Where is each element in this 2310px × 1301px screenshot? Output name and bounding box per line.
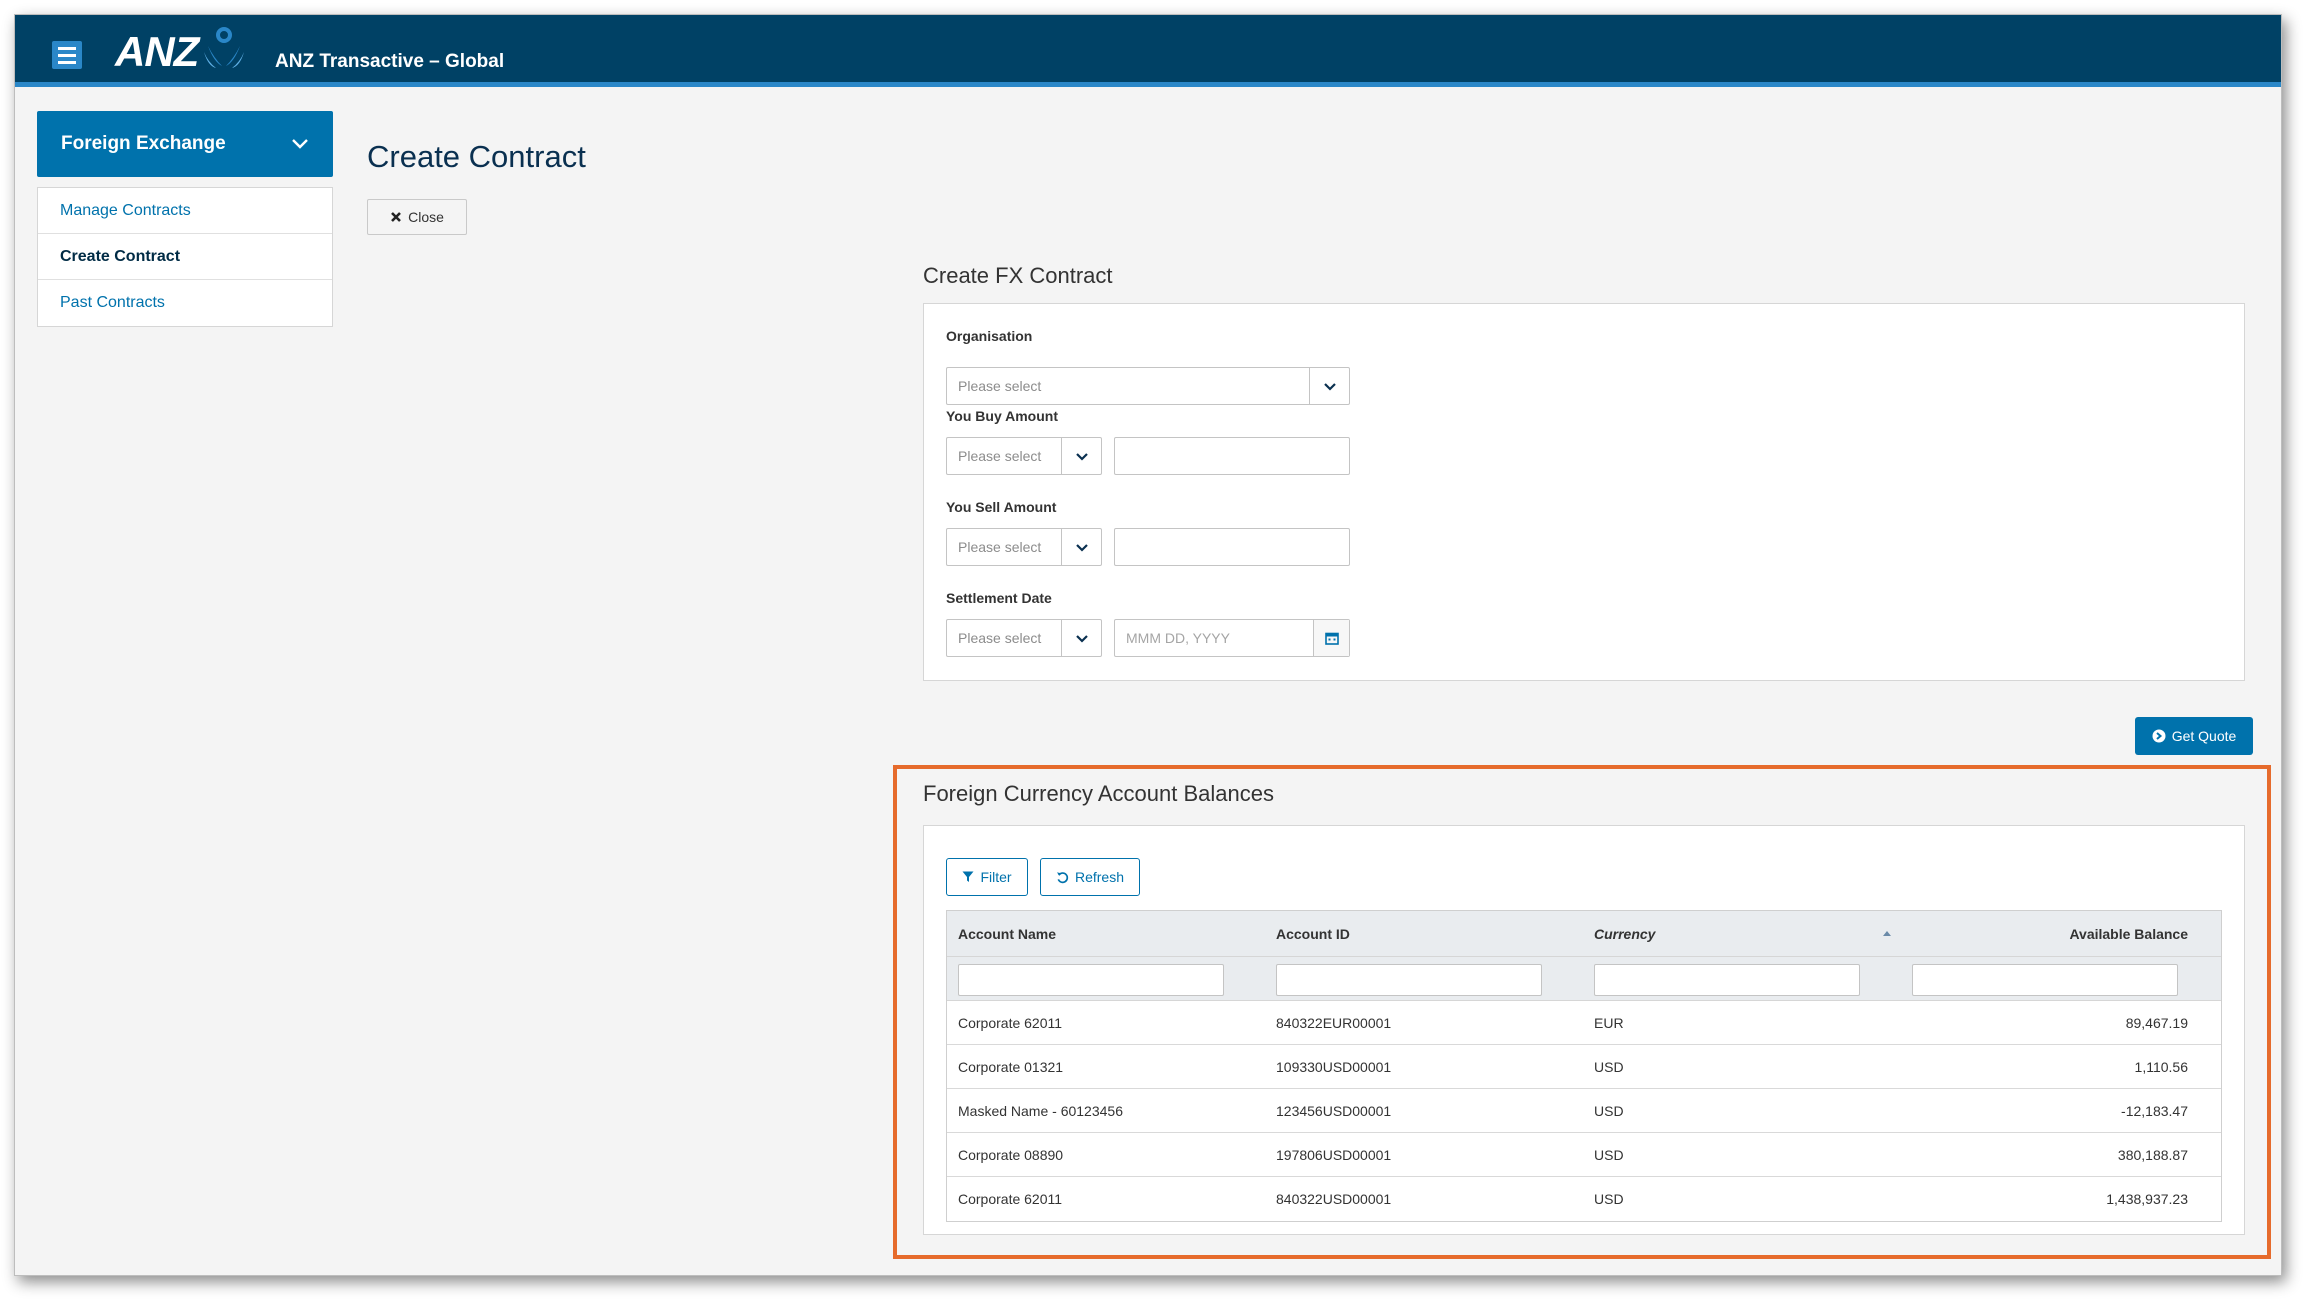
cell-account-id: 840322EUR00001 [1276,1015,1392,1031]
cell-account-name: Corporate 08890 [958,1147,1064,1163]
filter-account-id-input[interactable] [1276,964,1542,996]
get-quote-button[interactable]: Get Quote [2135,717,2253,755]
close-button-label: Close [408,209,444,225]
fx-form-panel: Organisation Please select You Buy Amoun… [923,303,2245,681]
cell-available-balance: 380,188.87 [2117,1147,2188,1163]
calendar-icon[interactable] [1313,620,1349,656]
balances-table: Account Name Account ID Currency Availab… [946,910,2222,1222]
organisation-label: Organisation [946,328,1033,344]
table-row[interactable]: Corporate 08890 197806USD00001 USD 380,1… [947,1133,2221,1177]
table-filter-row [947,957,2221,1001]
sell-amount-label: You Sell Amount [946,499,1057,515]
settlement-type-value: Please select [958,630,1042,646]
cell-account-id: 123456USD00001 [1276,1103,1392,1119]
balances-title: Foreign Currency Account Balances [923,781,1274,806]
organisation-select-value: Please select [958,378,1042,394]
cell-account-id: 840322USD00001 [1276,1191,1392,1207]
refresh-icon [1056,871,1069,883]
page-title: Create Contract [367,139,586,174]
cell-currency: USD [1594,1059,1624,1075]
cell-account-name: Masked Name - 60123456 [958,1103,1123,1119]
table-row[interactable]: Corporate 62011 840322USD00001 USD 1,438… [947,1177,2221,1221]
table-header: Account Name Account ID Currency Availab… [947,911,2221,957]
buy-currency-value: Please select [958,448,1042,464]
top-bar: ANZ ANZ Transactive – Global [15,15,2281,87]
cell-account-name: Corporate 62011 [958,1015,1063,1031]
get-quote-label: Get Quote [2171,728,2237,744]
app-title: ANZ Transactive – Global [275,51,505,72]
sidebar-section-label: Foreign Exchange [61,133,226,154]
buy-currency-select[interactable]: Please select [946,437,1102,475]
sell-amount-input[interactable] [1114,528,1350,566]
filter-currency-input[interactable] [1594,964,1860,996]
column-header-available-balance[interactable]: Available Balance [2069,926,2188,942]
column-header-account-name[interactable]: Account Name [958,926,1056,942]
filter-label: Filter [980,869,1012,885]
settlement-type-select[interactable]: Please select [946,619,1102,657]
cell-available-balance: 89,467.19 [2125,1015,2188,1031]
table-row[interactable]: Masked Name - 60123456 123456USD00001 US… [947,1089,2221,1133]
buy-amount-label: You Buy Amount [946,408,1058,424]
column-header-currency[interactable]: Currency [1594,926,1655,942]
sort-ascending-icon[interactable] [1882,930,1892,937]
funnel-icon [962,871,974,882]
settlement-date-placeholder: MMM DD, YYYY [1126,630,1230,646]
chevron-down-icon [292,139,308,149]
sidebar-section-foreign-exchange[interactable]: Foreign Exchange [37,111,333,177]
arrow-right-circle-icon [2152,729,2166,743]
cell-account-id: 197806USD00001 [1276,1147,1392,1163]
filter-button[interactable]: Filter [946,858,1028,896]
cell-account-id: 109330USD00001 [1276,1059,1392,1075]
cell-available-balance: 1,438,937.23 [2106,1191,2188,1207]
chevron-down-icon [1061,438,1101,474]
chevron-down-icon [1309,368,1349,404]
sidebar-item-manage-contracts[interactable]: Manage Contracts [38,188,332,234]
settlement-date-label: Settlement Date [946,590,1052,606]
chevron-down-icon [1061,620,1101,656]
cell-currency: EUR [1594,1015,1624,1031]
filter-account-name-input[interactable] [958,964,1224,996]
anz-people-logo-icon [204,27,245,68]
settlement-date-input[interactable]: MMM DD, YYYY [1114,619,1350,657]
chevron-down-icon [1061,529,1101,565]
table-row[interactable]: Corporate 62011 840322EUR00001 EUR 89,46… [947,1001,2221,1045]
cell-currency: USD [1594,1191,1624,1207]
cell-account-name: Corporate 01321 [958,1059,1064,1075]
filter-available-balance-input[interactable] [1912,964,2178,996]
menu-icon[interactable] [52,41,82,69]
sidebar-item-past-contracts[interactable]: Past Contracts [38,280,332,326]
cell-available-balance: 1,110.56 [2134,1059,2188,1075]
app-window: ANZ ANZ Transactive – Global Foreign Exc… [14,14,2282,1276]
anz-logo[interactable]: ANZ [115,27,248,77]
fx-form-title: Create FX Contract [923,263,1113,288]
sell-currency-value: Please select [958,539,1042,555]
close-button[interactable]: Close [367,199,467,235]
cell-currency: USD [1594,1103,1624,1119]
sidebar-nav: Manage Contracts Create Contract Past Co… [37,187,333,327]
cell-account-name: Corporate 62011 [958,1191,1063,1207]
close-icon [391,212,402,222]
sidebar-item-create-contract[interactable]: Create Contract [38,234,332,280]
refresh-button[interactable]: Refresh [1040,858,1140,896]
buy-amount-input[interactable] [1114,437,1350,475]
cell-available-balance: -12,183.47 [2121,1103,2188,1119]
logo-text: ANZ [115,28,199,75]
refresh-label: Refresh [1074,869,1125,885]
sell-currency-select[interactable]: Please select [946,528,1102,566]
balances-panel: Filter Refresh Account Name Account ID C… [923,825,2245,1235]
column-header-account-id[interactable]: Account ID [1276,926,1350,942]
cell-currency: USD [1594,1147,1624,1163]
organisation-select[interactable]: Please select [946,367,1350,405]
table-row[interactable]: Corporate 01321 109330USD00001 USD 1,110… [947,1045,2221,1089]
